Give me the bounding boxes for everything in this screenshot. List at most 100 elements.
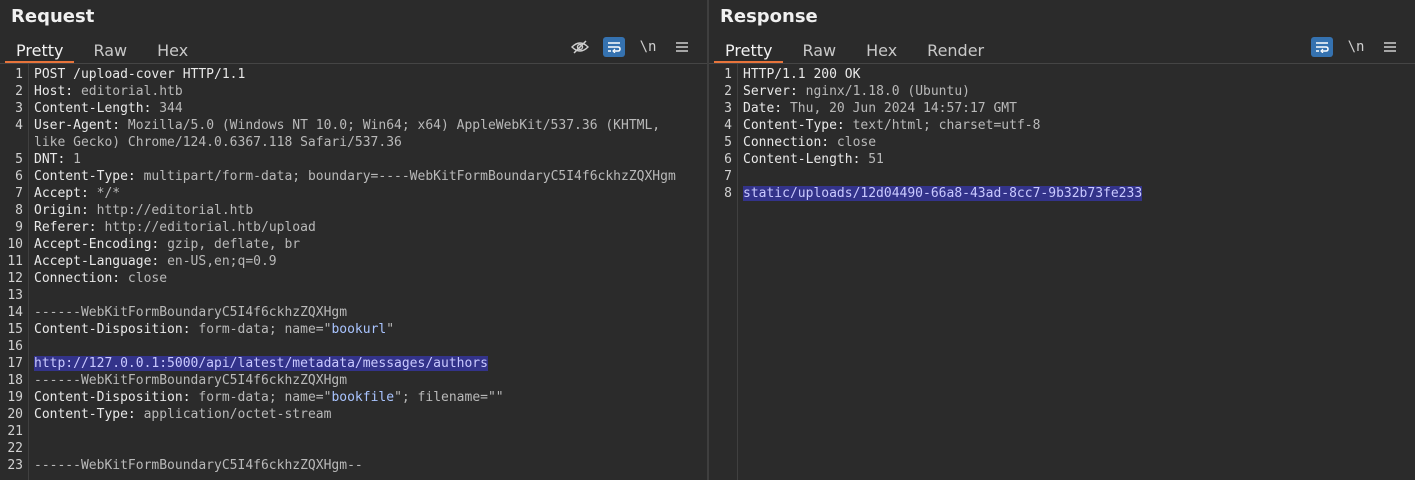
line-number: 4 (724, 118, 732, 133)
line-number: 7 (15, 186, 23, 201)
tab-raw[interactable]: Raw (82, 39, 138, 63)
header-name: User-Agent: (34, 118, 128, 133)
header-value: "; filename="" (394, 390, 504, 405)
header-name: Accept-Encoding: (34, 237, 168, 252)
tab-render[interactable]: Render (916, 39, 995, 63)
code-line[interactable]: 19 Content-Disposition: form-data; name="… (0, 389, 707, 406)
code-line[interactable]: 3 Content-Length: 344 (0, 100, 707, 117)
word-wrap-icon[interactable] (1311, 37, 1333, 57)
code-line[interactable]: 21 (0, 423, 707, 440)
code-line[interactable]: 7 Accept: */* (0, 185, 707, 202)
line-number: 17 (7, 356, 23, 371)
code-line[interactable]: 1 HTTP/1.1 200 OK (709, 66, 1415, 83)
line-number: 11 (7, 254, 23, 269)
header-value: 51 (868, 152, 884, 167)
header-value: like Gecko) Chrome/124.0.6367.118 Safari… (34, 135, 402, 150)
line-text: Connection: close (743, 134, 876, 151)
code-line[interactable]: 13 (0, 287, 707, 304)
code-line[interactable]: 16 (0, 338, 707, 355)
response-lines[interactable]: 1 HTTP/1.1 200 OK 2 Server: nginx/1.18.0 (U… (709, 66, 1415, 202)
tab-raw[interactable]: Raw (791, 39, 847, 63)
code-line[interactable]: 4 User-Agent: Mozilla/5.0 (Windows NT 10.… (0, 117, 707, 134)
code-line[interactable]: 3 Date: Thu, 20 Jun 2024 14:57:17 GMT (709, 100, 1415, 117)
code-line[interactable]: like Gecko) Chrome/124.0.6367.118 Safari… (0, 134, 707, 151)
code-line[interactable]: 6 Content-Type: multipart/form-data; boun… (0, 168, 707, 185)
request-editor[interactable]: 1 POST /upload-cover HTTP/1.1 2 Host: edito… (0, 64, 707, 480)
header-value: http://editorial.htb (96, 203, 254, 218)
line-number: 18 (7, 373, 23, 388)
header-value: 1 (73, 152, 81, 167)
header-value: Mozilla/5.0 (Windows NT 10.0; Win64; x64… (127, 118, 661, 133)
code-line[interactable]: 12 Connection: close (0, 270, 707, 287)
line-number: 23 (7, 458, 23, 473)
tab-hex[interactable]: Hex (146, 39, 199, 63)
line-text: User-Agent: Mozilla/5.0 (Windows NT 10.0… (34, 117, 660, 134)
response-pane: Response Pretty Raw Hex Render \n 1 HTTP… (709, 0, 1415, 480)
newline-toggle-button[interactable]: \n (1345, 37, 1367, 57)
code-line[interactable]: 7 (709, 168, 1415, 185)
hamburger-menu-icon[interactable] (1379, 37, 1401, 57)
code-line[interactable]: 17 http://127.0.0.1:5000/api/latest/metad… (0, 355, 707, 372)
line-text: static/uploads/12d04490-66a8-43ad-8cc7-9… (743, 185, 1143, 202)
code-line[interactable]: 4 Content-Type: text/html; charset=utf-8 (709, 117, 1415, 134)
code-line[interactable]: 2 Host: editorial.htb (0, 83, 707, 100)
header-value: ------WebKitFormBoundaryC5I4f6ckhzZQXHgm (34, 305, 348, 320)
tab-pretty[interactable]: Pretty (714, 39, 784, 63)
response-tabs: Pretty Raw Hex Render (714, 36, 1415, 63)
line-text: Content-Type: application/octet-stream (34, 406, 331, 423)
line-text: like Gecko) Chrome/124.0.6367.118 Safari… (34, 134, 402, 151)
header-value: http://editorial.htb/upload (104, 220, 316, 235)
header-value: gzip, deflate, br (167, 237, 301, 252)
header-name: Content-Disposition: (34, 390, 199, 405)
hamburger-menu-icon[interactable] (671, 37, 693, 57)
code-line[interactable]: 2 Server: nginx/1.18.0 (Ubuntu) (709, 83, 1415, 100)
eye-slash-icon[interactable] (569, 37, 591, 57)
header-name: Referer: (34, 220, 105, 235)
header-name: Accept: (34, 186, 97, 201)
line-number: 2 (15, 84, 23, 99)
code-line[interactable]: 1 POST /upload-cover HTTP/1.1 (0, 66, 707, 83)
line-text: DNT: 1 (34, 151, 81, 168)
line-text: Accept-Language: en-US,en;q=0.9 (34, 253, 277, 270)
code-line[interactable]: 8 static/uploads/12d04490-66a8-43ad-8cc7-… (709, 185, 1415, 202)
tab-pretty[interactable]: Pretty (5, 39, 75, 63)
code-line[interactable]: 11 Accept-Language: en-US,en;q=0.9 (0, 253, 707, 270)
code-line[interactable]: 5 Connection: close (709, 134, 1415, 151)
header-value: 344 (159, 101, 183, 116)
code-line[interactable]: 5 DNT: 1 (0, 151, 707, 168)
header-name: Content-Length: (34, 101, 160, 116)
code-line[interactable]: 20 Content-Type: application/octet-stream (0, 406, 707, 423)
line-text: Accept: */* (34, 185, 120, 202)
code-line[interactable]: 22 (0, 440, 707, 457)
header-name: HTTP/1.1 200 OK (743, 67, 861, 82)
request-lines[interactable]: 1 POST /upload-cover HTTP/1.1 2 Host: edito… (0, 66, 707, 474)
line-text: Server: nginx/1.18.0 (Ubuntu) (743, 83, 970, 100)
header-value: " (386, 322, 395, 337)
line-number: 4 (15, 118, 23, 133)
header-name: Content-Type: (34, 169, 144, 184)
code-line[interactable]: 18 ------WebKitFormBoundaryC5I4f6ckhzZQXH… (0, 372, 707, 389)
newline-toggle-button[interactable]: \n (637, 37, 659, 57)
header-value: form-data; name=" (198, 322, 332, 337)
line-number: 8 (15, 203, 23, 218)
code-line[interactable]: 9 Referer: http://editorial.htb/upload (0, 219, 707, 236)
code-line[interactable]: 23 ------WebKitFormBoundaryC5I4f6ckhzZQXH… (0, 457, 707, 474)
line-number: 3 (15, 101, 23, 116)
header-value: bookfile (331, 390, 395, 405)
line-number: 21 (7, 424, 23, 439)
header-value: ------WebKitFormBoundaryC5I4f6ckhzZQXHgm… (34, 458, 363, 473)
code-line[interactable]: 14 ------WebKitFormBoundaryC5I4f6ckhzZQXH… (0, 304, 707, 321)
code-line[interactable]: 8 Origin: http://editorial.htb (0, 202, 707, 219)
code-line[interactable]: 15 Content-Disposition: form-data; name="… (0, 321, 707, 338)
header-name: Accept-Language: (34, 254, 168, 269)
tab-hex[interactable]: Hex (855, 39, 908, 63)
line-text: Origin: http://editorial.htb (34, 202, 253, 219)
line-number: 7 (724, 169, 732, 184)
code-line[interactable]: 6 Content-Length: 51 (709, 151, 1415, 168)
code-line[interactable]: 10 Accept-Encoding: gzip, deflate, br (0, 236, 707, 253)
response-editor[interactable]: 1 HTTP/1.1 200 OK 2 Server: nginx/1.18.0 (U… (709, 64, 1415, 480)
word-wrap-icon[interactable] (603, 37, 625, 57)
line-text: Content-Length: 344 (34, 100, 183, 117)
header-value: Thu, 20 Jun 2024 14:57:17 GMT (789, 101, 1017, 116)
header-name: Content-Length: (743, 152, 869, 167)
